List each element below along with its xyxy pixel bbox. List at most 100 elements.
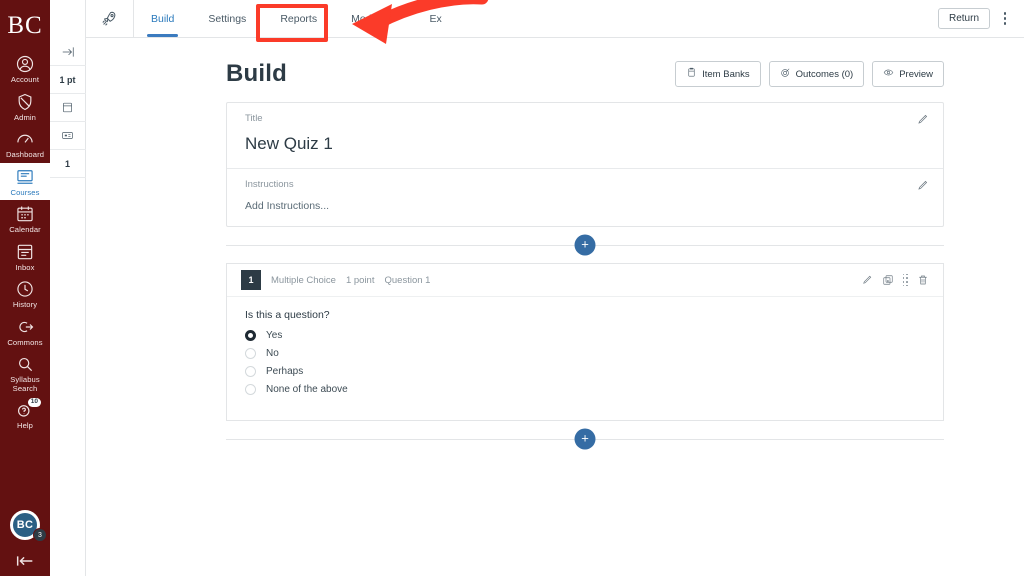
drag-handle-icon[interactable] [902, 273, 908, 287]
answer-option[interactable]: Yes [245, 330, 925, 341]
answer-label: Yes [266, 330, 283, 341]
trash-icon[interactable] [917, 274, 929, 286]
instructions-label: Instructions [245, 179, 294, 190]
rail-expand-button[interactable] [49, 38, 86, 66]
radio-button[interactable] [245, 384, 256, 395]
more-options-icon[interactable] [996, 8, 1014, 30]
page-actions: Item Banks Outcomes (0) Preview [675, 61, 944, 87]
answer-option[interactable]: Perhaps [245, 366, 925, 377]
clock-icon [15, 279, 35, 299]
question-header: 1 Multiple Choice 1 point Question 1 [227, 264, 943, 297]
add-question-divider-top: + [226, 227, 944, 263]
radio-button-selected[interactable] [245, 330, 256, 341]
media-icon[interactable] [49, 122, 86, 150]
sidebar-item-account[interactable]: Account [0, 50, 50, 88]
rocket-icon[interactable] [86, 0, 134, 37]
quiz-title-value[interactable]: New Quiz 1 [245, 134, 925, 154]
tab-reports[interactable]: Reports [263, 0, 334, 37]
radio-button[interactable] [245, 366, 256, 377]
tab-moderate[interactable]: Moderate [334, 0, 412, 37]
global-navigation: BC Account Admin Dashboard Courses Calen… [0, 0, 50, 576]
page-icon[interactable] [49, 94, 86, 122]
quiz-topbar: Build Settings Reports Moderate Ex Retur… [86, 0, 1024, 38]
instructions-field-row: Instructions Add Instructions... [227, 168, 943, 226]
sidebar-item-label: Admin [13, 112, 37, 122]
answer-label: No [266, 348, 279, 359]
sidebar-item-label: Syllabus Search [10, 375, 40, 393]
sidebar-item-courses[interactable]: Courses [0, 162, 50, 200]
sidebar-item-dashboard[interactable]: Dashboard [0, 125, 50, 163]
answer-option[interactable]: None of the above [245, 384, 925, 395]
sidebar-item-label: History [12, 300, 38, 309]
topbar-actions: Return [937, 0, 1024, 37]
question-points: 1 point [345, 274, 375, 286]
quiz-summary-rail: 1 pt 1 [49, 0, 86, 576]
question-text: Is this a question? [245, 309, 330, 321]
question-card: 1 Multiple Choice 1 point Question 1 Is … [226, 263, 944, 421]
button-label: Preview [899, 68, 933, 80]
quiz-body: Title New Quiz 1 Instructions Add Instru… [86, 102, 1024, 457]
instructions-placeholder[interactable]: Add Instructions... [245, 200, 925, 212]
outcomes-button[interactable]: Outcomes (0) [768, 61, 865, 87]
shield-icon [15, 92, 35, 112]
help-badge: 10 [27, 398, 41, 407]
dashboard-icon [15, 129, 35, 149]
edit-instructions-pencil-icon[interactable] [916, 179, 929, 192]
sidebar-item-help[interactable]: 10 Help [0, 396, 50, 434]
add-question-button-bottom[interactable]: + [574, 428, 596, 450]
sidebar-item-commons[interactable]: Commons [0, 313, 50, 351]
eye-icon [883, 67, 894, 81]
page-title: Build [226, 60, 287, 87]
tab-label: Settings [208, 12, 247, 25]
calendar-icon [15, 204, 35, 224]
return-button[interactable]: Return [937, 8, 990, 29]
avatar-container[interactable]: BC 3 [10, 510, 47, 542]
item-bank-icon [686, 67, 697, 81]
brand-logo: BC [7, 12, 43, 39]
tab-settings[interactable]: Settings [191, 0, 263, 37]
tab-label: Ex [429, 12, 442, 25]
page-header: Build Item Banks Outcomes (0) Preview [86, 38, 1024, 102]
preview-button[interactable]: Preview [872, 61, 944, 87]
rail-question-count: 1 [49, 150, 86, 178]
avatar-badge: 3 [33, 528, 47, 542]
collapse-left-icon[interactable] [14, 554, 36, 568]
button-label: Item Banks [702, 68, 750, 80]
radio-button[interactable] [245, 348, 256, 359]
sidebar-item-label: Account [10, 75, 40, 84]
search-icon [15, 354, 35, 374]
tab-label: Moderate [351, 12, 396, 25]
sidebar-item-admin[interactable]: Admin [0, 88, 50, 126]
tab-label: Build [151, 12, 175, 25]
question-body: Is this a question? Yes No Perhaps None … [227, 297, 943, 420]
inbox-icon [15, 242, 35, 262]
question-type: Multiple Choice [271, 274, 336, 286]
sidebar-item-label: Commons [7, 337, 43, 347]
question-name: Question 1 [384, 274, 431, 286]
build-content: Build Item Banks Outcomes (0) Preview Ti… [86, 38, 1024, 576]
sidebar-item-inbox[interactable]: Inbox [0, 238, 50, 276]
main-column: Build Settings Reports Moderate Ex Retur… [86, 0, 1024, 576]
answer-option[interactable]: No [245, 348, 925, 359]
button-label: Outcomes (0) [795, 68, 854, 80]
sidebar-item-label: Calendar [9, 225, 41, 234]
tab-extra[interactable]: Ex [412, 0, 458, 37]
courses-icon [15, 167, 35, 187]
sidebar-item-label: Inbox [15, 262, 35, 272]
sidebar-item-history[interactable]: History [0, 275, 50, 313]
sidebar-item-syllabus-search[interactable]: Syllabus Search [0, 350, 50, 396]
duplicate-icon[interactable] [882, 274, 894, 286]
question-number-badge: 1 [241, 270, 261, 290]
tab-build[interactable]: Build [134, 0, 191, 37]
title-label: Title [245, 113, 263, 124]
quiz-tab-bar: Build Settings Reports Moderate Ex [134, 0, 459, 37]
answer-label: Perhaps [266, 366, 304, 377]
user-circle-icon [15, 54, 35, 74]
item-banks-button[interactable]: Item Banks [675, 61, 761, 87]
edit-question-pencil-icon[interactable] [861, 274, 873, 286]
sidebar-item-calendar[interactable]: Calendar [0, 200, 50, 238]
rail-points-value: 1 pt [49, 66, 86, 94]
add-question-button-top[interactable]: + [574, 234, 596, 256]
sidebar-item-label: Dashboard [5, 150, 45, 159]
edit-title-pencil-icon[interactable] [916, 113, 929, 126]
